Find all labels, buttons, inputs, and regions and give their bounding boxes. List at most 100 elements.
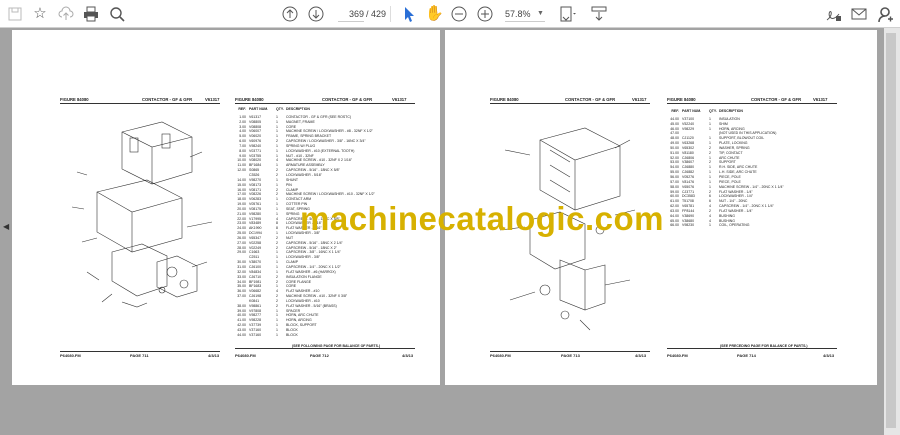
description: L.H. SIDE, ARC CHUTE: [719, 170, 757, 175]
part-number: V98277: [249, 313, 262, 318]
ref-number: 37.00: [237, 294, 246, 299]
description: MACHINE SCREW - 1/4" - 20NC X 1 1/4": [719, 184, 784, 189]
ref-number: 20.00: [237, 206, 246, 211]
description: FLAT WASHER - 5/16" (BRASS): [286, 303, 337, 308]
ref-number: 48.00: [670, 136, 679, 141]
description: CAPSCREW - 1/4" - 20NC X 1 1/4": [719, 204, 774, 209]
part-number: BF1981: [249, 279, 262, 284]
part-number: V38607: [682, 160, 695, 165]
quantity: 2: [276, 294, 278, 299]
ref-number: 40.00: [237, 313, 246, 318]
quantity: 6: [709, 199, 711, 204]
quantity: 1: [709, 174, 711, 179]
description: CORE: [286, 124, 297, 129]
page-number-input[interactable]: 369: [338, 6, 364, 22]
description: SPACER: [286, 308, 301, 313]
part-number: BF1684: [249, 163, 262, 168]
part-number: V98228: [249, 318, 262, 323]
footer-date: 4/3/13: [823, 353, 835, 358]
page-fit-icon[interactable]: [558, 5, 576, 23]
quantity: 1: [276, 177, 278, 182]
part-number: CJ6880: [682, 165, 695, 170]
ref-number: 46.00: [670, 126, 679, 131]
part-number: V98240: [249, 143, 262, 148]
hand-icon[interactable]: ✋: [425, 5, 444, 23]
ref-number: 39.00: [237, 308, 246, 313]
ref-number: 47.00: [670, 131, 679, 136]
part-number: V03755: [249, 153, 262, 158]
description: MACHINE SCREW - #10 - 32NF X 3/8": [286, 294, 348, 299]
ref-number: 51.00: [670, 150, 679, 155]
description: LOCKWASHER - 3/8": [286, 255, 320, 260]
description: NUT: [286, 235, 294, 240]
part-number: V38690: [682, 213, 695, 218]
quantity: 1: [276, 260, 278, 265]
description: CAPSCREW - 5/16" - 18NC X 2 1/4": [286, 240, 343, 245]
footer-page: PAGE 713: [561, 353, 580, 358]
quantity: 1: [276, 153, 278, 158]
ref-number: 59.00: [670, 189, 679, 194]
chevron-down-icon[interactable]: ▼: [537, 6, 544, 22]
description: HORN, ARCING: [286, 318, 312, 323]
quantity: 1: [709, 155, 711, 160]
part-number: V03771: [249, 148, 262, 153]
part-number: V06007: [249, 129, 262, 134]
scroll-mode-icon[interactable]: [590, 5, 608, 23]
quantity: 4: [276, 158, 278, 163]
quantity: 2: [276, 172, 278, 177]
description: FRAME, SPRING BRACKET: [286, 134, 332, 139]
zoom-out-icon[interactable]: [450, 5, 468, 23]
part-number: AK1990: [249, 226, 262, 231]
page-up-icon[interactable]: [281, 5, 299, 23]
description: CAPSCREW - 5/16" - 18NC X 5/8": [286, 168, 340, 173]
quantity: 2: [276, 274, 278, 279]
ref-number: 50.00: [670, 145, 679, 150]
zoom-in-icon[interactable]: [476, 5, 494, 23]
part-number: V65347: [249, 235, 262, 240]
parts-list: REF. PART NUM. QTY. DESCRIPTION 44.00 V37…: [665, 109, 845, 228]
parts-row: 66.00 V98230 1 COIL, OPERATING: [665, 223, 845, 228]
previous-page-arrow-icon[interactable]: ◀: [3, 222, 9, 231]
ref-number: 55.00: [670, 170, 679, 175]
search-zoom-icon[interactable]: [108, 5, 126, 23]
ref-number: 32.00: [237, 269, 246, 274]
page-down-icon[interactable]: [307, 5, 325, 23]
figure-code: V61317: [813, 97, 828, 102]
ref-number: 29.00: [237, 250, 246, 255]
part-number: FP8144: [682, 208, 695, 213]
col-part: PART NUM.: [682, 109, 702, 113]
quantity: 1: [709, 136, 711, 141]
part-number: C2511: [249, 255, 260, 260]
part-number: V17995: [249, 216, 262, 221]
description: BUSHING: [719, 213, 735, 218]
email-icon[interactable]: [850, 5, 868, 23]
col-part: PART NUM.: [249, 107, 269, 111]
bookmark-star-icon[interactable]: ☆: [31, 5, 49, 23]
quantity: 8: [276, 226, 278, 231]
account-icon[interactable]: [876, 5, 894, 23]
parts-row: 44.00 V37160 1 BLOCK: [232, 333, 422, 338]
save-icon[interactable]: [6, 5, 24, 23]
part-number: V81180: [682, 150, 694, 155]
scrollbar-thumb[interactable]: [886, 33, 896, 428]
col-desc: DESCRIPTION: [286, 107, 310, 111]
sign-icon[interactable]: [824, 5, 842, 23]
quantity: 1: [276, 318, 278, 323]
ref-number: 9.00: [239, 153, 246, 158]
part-number: CJ6806: [682, 155, 695, 160]
ref-number: 21.00: [237, 211, 246, 216]
upload-cloud-icon[interactable]: [57, 5, 75, 23]
ref-number: 5.00: [239, 134, 246, 139]
print-icon[interactable]: [82, 5, 100, 23]
quantity: 4: [709, 218, 711, 223]
part-number: V98229: [682, 126, 695, 131]
description: CLAMP: [286, 187, 299, 192]
description: COIL, OPERATING: [719, 223, 750, 228]
select-arrow-icon[interactable]: [399, 5, 417, 23]
ref-number: 64.00: [670, 213, 679, 218]
part-number: K0841: [249, 298, 260, 303]
figure-title: CONTACTOR - GF & GFR: [322, 97, 373, 102]
footer-page: PAGE 714: [737, 353, 756, 358]
ref-number: 45.00: [670, 121, 679, 126]
quantity: 1: [709, 223, 711, 228]
